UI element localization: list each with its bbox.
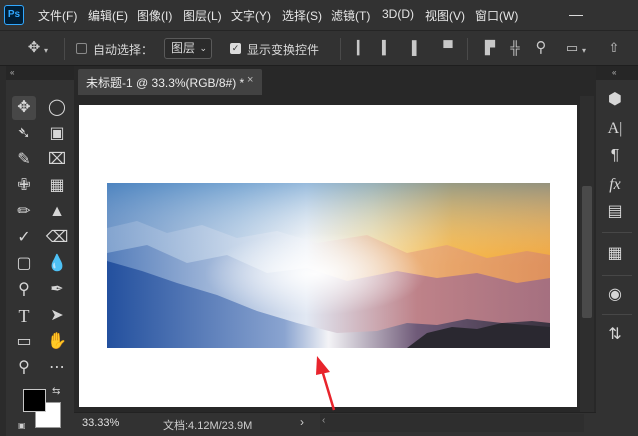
color-palette-icon[interactable]: ◉ [602, 282, 628, 308]
menu-image[interactable]: 图像(I) [137, 7, 172, 24]
auto-select-label: 自动选择： [93, 43, 154, 57]
move-tool-icon[interactable]: ✥ [12, 96, 36, 120]
brush-presets-icon[interactable]: ⇅ [602, 322, 628, 348]
rectangle-tool-icon[interactable]: ▭ [12, 330, 36, 354]
chevron-down-icon: ⌄ [199, 43, 207, 53]
chevron-down-icon[interactable]: ▾ [582, 46, 586, 55]
document-tab-title[interactable]: 未标题-1 @ 33.3%(RGB/8#) * [86, 74, 244, 91]
photoshop-logo: Ps [4, 5, 24, 25]
stamp-tool-icon[interactable]: ▲ [45, 200, 69, 224]
document-size-info: 文档:4.12M/23.9M [163, 420, 253, 432]
menu-file[interactable]: 文件(F) [38, 7, 77, 24]
distribute-vcenter-icon[interactable]: ╬ [505, 38, 525, 58]
align-left-icon[interactable]: ▎ [352, 38, 372, 58]
menu-layer[interactable]: 图层(L) [183, 7, 222, 24]
type-tool-icon[interactable]: T [12, 304, 36, 328]
menu-filter[interactable]: 滤镜(T) [331, 7, 370, 24]
minimize-icon[interactable]: — [566, 4, 586, 24]
close-icon[interactable]: × [247, 74, 253, 86]
right-panel-header [596, 66, 638, 80]
divider [602, 314, 632, 315]
brush-tool-icon[interactable]: ✏ [12, 200, 36, 224]
distribute-top-icon[interactable]: ▛ [480, 38, 500, 58]
divider [64, 38, 65, 60]
marquee-tool-icon[interactable]: ◯ [45, 96, 69, 120]
paragraph-icon[interactable]: ¶ [602, 143, 628, 169]
divider [602, 275, 632, 276]
divider [340, 38, 341, 60]
workspace-icon[interactable]: ▭ [562, 38, 582, 58]
tools-panel-header [6, 66, 74, 80]
move-tool-icon[interactable]: ✥ [24, 38, 44, 58]
divider [602, 232, 632, 233]
align-right-icon[interactable]: ▐ [402, 38, 422, 58]
dodge-tool-icon[interactable]: ⚲ [12, 278, 36, 302]
scroll-left-icon[interactable]: ‹ [322, 415, 325, 426]
landscape-image[interactable] [107, 183, 550, 348]
eraser-tool-icon[interactable]: ⌫ [45, 226, 69, 250]
gradient-tool-icon[interactable]: ▢ [12, 252, 36, 276]
menu-type[interactable]: 文字(Y) [231, 7, 271, 24]
fx-icon[interactable]: fx [602, 172, 628, 198]
search-icon[interactable]: ⚲ [531, 38, 551, 58]
more-tools-icon[interactable]: ⋯ [45, 356, 69, 380]
path-select-tool-icon[interactable]: ➤ [45, 304, 69, 328]
menu-3d[interactable]: 3D(D) [382, 7, 414, 21]
layer-dropdown-value: 图层 [171, 41, 196, 55]
lasso-tool-icon[interactable]: ➴ [12, 122, 36, 146]
menu-view[interactable]: 视图(V) [425, 7, 465, 24]
menu-select[interactable]: 选择(S) [282, 7, 322, 24]
zoom-tool-icon[interactable]: ⚲ [12, 356, 36, 380]
menu-window[interactable]: 窗口(W) [475, 7, 518, 24]
crop-tool-icon[interactable]: ▦ [45, 174, 69, 198]
align-hcenter-icon[interactable]: ▍ [377, 38, 397, 58]
zoom-level[interactable]: 33.33% [82, 417, 119, 429]
eyedropper-tool-icon[interactable]: ✎ [12, 148, 36, 172]
object-select-tool-icon[interactable]: ▣ [45, 122, 69, 146]
show-transform-label: 显示变换控件 [247, 43, 320, 57]
blur-tool-icon[interactable]: 💧 [45, 252, 69, 276]
3d-icon[interactable]: ⬢ [602, 87, 628, 113]
auto-select-checkbox[interactable] [76, 43, 87, 54]
history-brush-tool-icon[interactable]: ✓ [12, 226, 36, 250]
status-menu-icon[interactable]: › [300, 415, 304, 429]
horizontal-scrollbar[interactable] [320, 414, 584, 432]
divider [467, 38, 468, 60]
collapse-icon[interactable]: « [612, 68, 616, 77]
collapse-icon[interactable]: « [10, 68, 14, 77]
default-colors-icon[interactable]: ▣ [18, 421, 26, 430]
swatches-icon[interactable]: ▦ [602, 241, 628, 267]
pen-tool-icon[interactable]: ✒ [45, 278, 69, 302]
history-icon[interactable]: ▤ [602, 199, 628, 225]
show-transform-checkbox[interactable]: ✓ [230, 43, 241, 54]
chevron-down-icon[interactable]: ▾ [44, 46, 48, 55]
frame-tool-icon[interactable]: ⌧ [45, 148, 69, 172]
spot-heal-tool-icon[interactable]: ✙ [12, 174, 36, 198]
share-icon[interactable]: ⇧ [604, 38, 624, 58]
menu-edit[interactable]: 编辑(E) [88, 7, 128, 24]
vertical-scroll-thumb[interactable] [582, 186, 592, 318]
align-top-icon[interactable]: ▀ [438, 38, 458, 58]
swap-colors-icon[interactable]: ⇆ [52, 386, 60, 397]
character-icon[interactable]: A| [602, 116, 628, 142]
layer-dropdown[interactable]: 图层 ⌄ [164, 38, 212, 59]
foreground-color-swatch[interactable] [23, 389, 46, 412]
hand-tool-icon[interactable]: ✋ [45, 330, 69, 354]
